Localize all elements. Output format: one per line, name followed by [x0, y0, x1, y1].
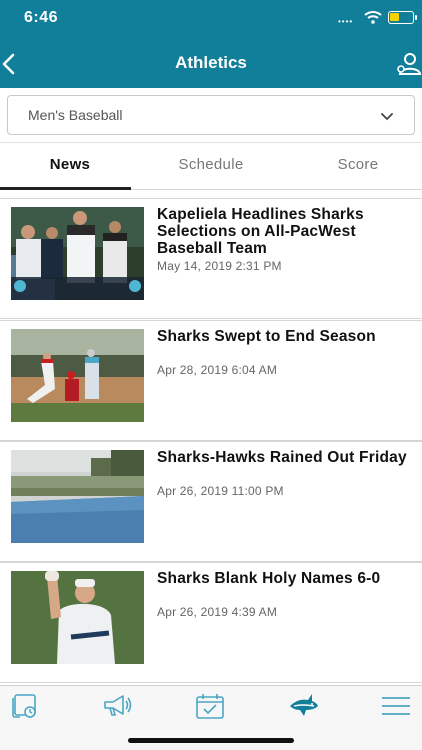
news-date: Apr 26, 2019 11:00 PM: [157, 484, 284, 498]
calendar-icon[interactable]: [194, 692, 226, 720]
chevron-down-icon: [381, 113, 393, 121]
news-title: Sharks Swept to End Season: [157, 328, 376, 345]
news-title: Sharks Blank Holy Names 6-0: [157, 570, 381, 587]
tab-schedule[interactable]: Schedule: [141, 143, 281, 190]
news-date: May 14, 2019 2:31 PM: [157, 259, 282, 273]
news-item[interactable]: Sharks Swept to End Season Apr 28, 2019 …: [0, 320, 422, 441]
sport-selector[interactable]: Men's Baseball: [7, 95, 415, 135]
news-title: Sharks-Hawks Rained Out Friday: [157, 449, 407, 466]
news-item[interactable]: Sharks Blank Holy Names 6-0 Apr 26, 2019…: [0, 562, 422, 683]
news-thumbnail: [11, 329, 144, 422]
page-title: Athletics: [175, 53, 247, 72]
news-thumbnail: [11, 207, 144, 300]
status-time: 6:46: [24, 9, 59, 26]
active-tab-indicator: [0, 187, 131, 190]
app-header: 6:46 •••• Athletics: [0, 0, 422, 88]
wifi-icon: [364, 11, 382, 24]
news-thumbnail: [11, 450, 144, 543]
news-title: Kapeliela Headlines Sharks Selections on…: [157, 206, 364, 257]
shark-logo-icon[interactable]: [288, 692, 320, 720]
status-bar: 6:46 ••••: [0, 0, 422, 36]
battery-icon: [388, 11, 417, 24]
content-tabs: News Schedule Score: [0, 142, 422, 190]
tab-score[interactable]: Score: [288, 143, 422, 190]
news-feed-icon[interactable]: [10, 692, 42, 720]
news-thumbnail: [11, 571, 144, 664]
tab-news[interactable]: News: [0, 143, 140, 190]
home-indicator: [128, 738, 294, 743]
news-item[interactable]: Sharks-Hawks Rained Out Friday Apr 26, 2…: [0, 441, 422, 562]
sport-selector-value: Men's Baseball: [28, 107, 123, 123]
menu-icon[interactable]: [380, 692, 412, 720]
signal-icon: ••••: [338, 17, 354, 26]
megaphone-icon[interactable]: [101, 692, 133, 720]
news-item[interactable]: Kapeliela Headlines Sharks Selections on…: [0, 198, 422, 319]
news-date: Apr 28, 2019 6:04 AM: [157, 363, 278, 377]
user-group-icon[interactable]: [394, 52, 422, 76]
news-date: Apr 26, 2019 4:39 AM: [157, 605, 278, 619]
